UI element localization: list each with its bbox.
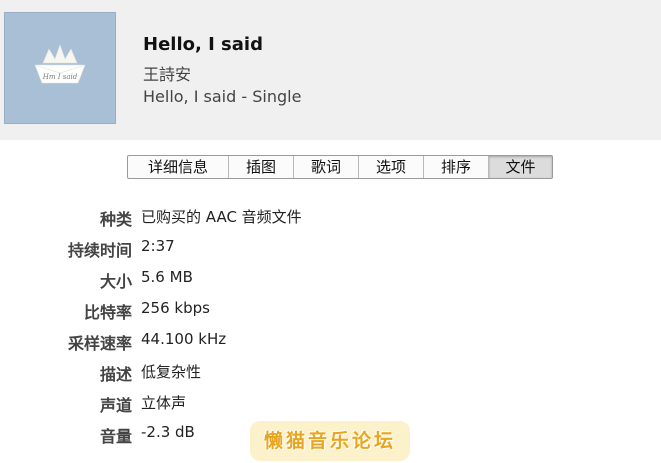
info-value: 5.6 MB [141,268,193,286]
tab-bar: 详细信息 插图 歌词 选项 排序 文件 [127,155,553,179]
info-label: 比特率 [83,303,132,322]
forum-watermark: 懒猫音乐论坛 [250,421,410,461]
album-artwork: Hm I said [4,12,116,124]
info-value: -2.3 dB [141,423,195,441]
info-label: 种类 [99,210,132,229]
tab-file[interactable]: 文件 [488,156,552,178]
info-row-bitrate: 比特率 256 kbps [0,296,661,322]
info-row-channels: 声道 立体声 [0,389,661,415]
tab-options[interactable]: 选项 [358,156,423,178]
info-row-sample-rate: 采样速率 44.100 kHz [0,327,661,353]
info-value: 2:37 [141,237,175,255]
info-row-description: 描述 低复杂性 [0,358,661,384]
info-label: 声道 [99,396,132,415]
info-label: 音量 [99,427,132,446]
paper-boat-icon: Hm I said [34,44,86,84]
tab-lyrics[interactable]: 歌词 [293,156,358,178]
song-album: Hello, I said - Single [143,87,302,106]
info-label: 采样速率 [67,334,132,353]
info-row-size: 大小 5.6 MB [0,265,661,291]
info-label: 持续时间 [67,241,132,260]
song-header: Hm I said Hello, I said 王詩安 Hello, I sai… [0,0,661,140]
info-row-duration: 持续时间 2:37 [0,234,661,260]
tab-details[interactable]: 详细信息 [128,156,228,178]
info-value: 已购买的 AAC 音频文件 [141,208,302,226]
song-title: Hello, I said [143,34,263,55]
tab-sorting[interactable]: 排序 [423,156,488,178]
info-value: 256 kbps [141,299,210,317]
info-label: 描述 [99,365,132,384]
song-artist: 王詩安 [143,65,192,84]
info-value: 44.100 kHz [141,330,227,348]
artwork-text: Hm I said [42,73,78,81]
tab-artwork[interactable]: 插图 [228,156,293,178]
info-row-kind: 种类 已购买的 AAC 音频文件 [0,203,661,229]
info-value: 低复杂性 [141,363,202,381]
info-label: 大小 [99,272,132,291]
info-value: 立体声 [141,394,187,412]
